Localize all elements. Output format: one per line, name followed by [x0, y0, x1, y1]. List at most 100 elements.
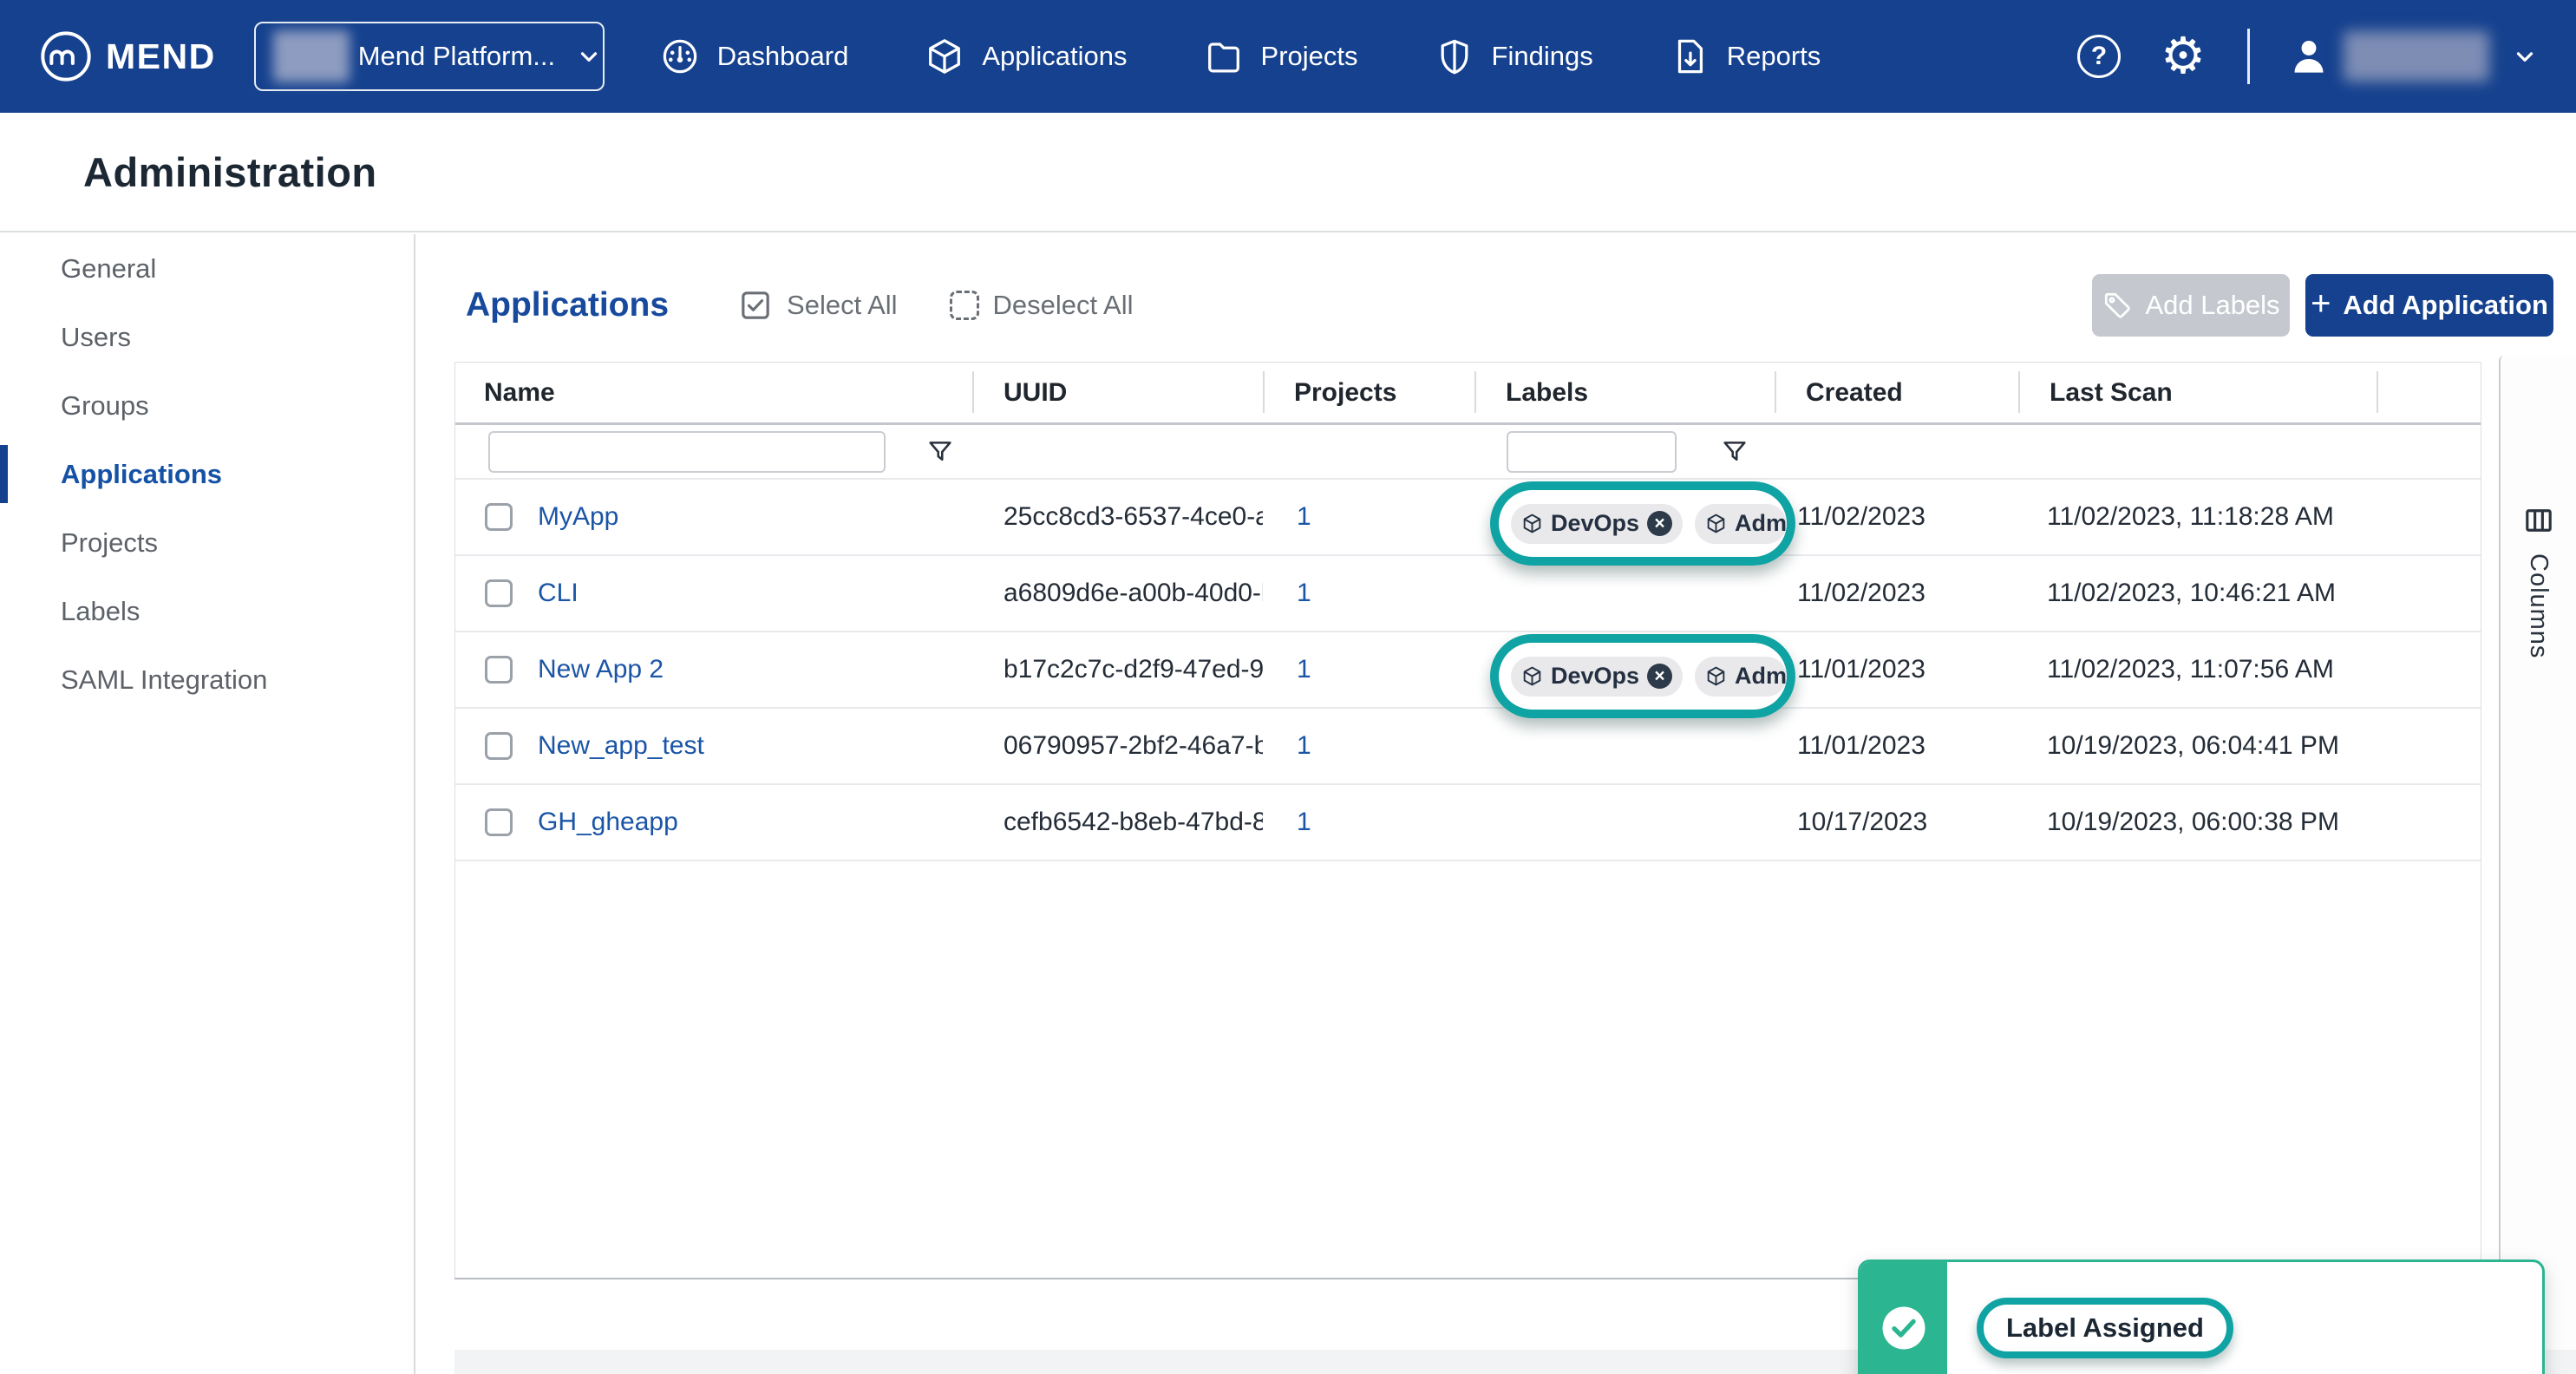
nav-item-label: Reports	[1727, 41, 1821, 72]
nav-item-findings[interactable]: Findings	[1435, 36, 1593, 76]
mend-brand: MEND	[38, 29, 216, 84]
app-name-link[interactable]: MyApp	[538, 502, 618, 531]
created-value: 11/02/2023	[1775, 579, 2018, 608]
org-selector[interactable]: Mend Platform...	[254, 22, 605, 91]
sidebar-item-general[interactable]: General	[0, 234, 414, 303]
labels-filter-group	[1507, 425, 1749, 478]
row-checkbox[interactable]	[485, 656, 513, 684]
sidebar-item-users[interactable]: Users	[0, 303, 414, 371]
page-title: Administration	[83, 148, 377, 196]
add-labels-button[interactable]: Add Labels	[2092, 274, 2290, 337]
top-navbar: MEND Mend Platform... Dashboard Applicat…	[0, 0, 2576, 113]
projects-count-link[interactable]: 1	[1297, 731, 1311, 760]
table-row: GH_gheapp cefb6542-b8eb-47bd-8 1 10/17/2…	[455, 785, 2481, 861]
column-header-extra	[2377, 363, 2481, 422]
question-mark-glyph: ?	[2077, 35, 2121, 78]
sidebar-item-applications[interactable]: Applications	[0, 440, 414, 508]
remove-label-icon[interactable]: ×	[1647, 511, 1672, 536]
applications-cube-icon	[925, 36, 964, 76]
last-scan-value: 11/02/2023, 11:18:28 AM	[2018, 502, 2377, 532]
sidebar-item-label: Labels	[61, 596, 140, 627]
help-icon[interactable]: ?	[2077, 35, 2121, 78]
label-chip-admin[interactable]: Adm	[1695, 657, 1787, 697]
labels-cell: DevOps × Adm	[1474, 632, 1775, 707]
filter-funnel-icon[interactable]	[925, 437, 955, 467]
add-application-button[interactable]: + Add Application	[2305, 274, 2553, 337]
sidebar-item-saml-integration[interactable]: SAML Integration	[0, 645, 414, 714]
sidebar-item-groups[interactable]: Groups	[0, 371, 414, 440]
uuid-value: a6809d6e-a00b-40d0-b	[972, 579, 1263, 608]
table-filter-row	[455, 425, 2481, 480]
select-all-button[interactable]: Select All	[738, 288, 898, 323]
label-chip-devops[interactable]: DevOps ×	[1511, 657, 1683, 697]
page-body: General Users Groups Applications Projec…	[0, 234, 2576, 1374]
chevron-down-icon	[576, 43, 602, 69]
select-all-label: Select All	[787, 290, 898, 321]
section-bar: Applications Select All Deselect All	[466, 269, 2553, 342]
column-header-uuid[interactable]: UUID	[972, 363, 1263, 422]
label-chip-text: Adm	[1735, 663, 1787, 690]
navbar-divider	[2247, 29, 2250, 84]
row-checkbox[interactable]	[485, 503, 513, 531]
content-area: Applications Select All Deselect All	[415, 234, 2576, 1374]
row-checkbox[interactable]	[485, 808, 513, 836]
sidebar-item-projects[interactable]: Projects	[0, 508, 414, 577]
column-header-last-scan[interactable]: Last Scan	[2018, 363, 2377, 422]
projects-count-link[interactable]: 1	[1297, 579, 1311, 607]
toast-message: Label Assigned	[1977, 1298, 2233, 1358]
labels-cell	[1474, 556, 1775, 631]
label-chip-admin[interactable]: Adm	[1695, 504, 1787, 544]
success-toast: Label Assigned	[1858, 1260, 2545, 1374]
settings-gear-icon[interactable]: ⚙	[2121, 31, 2206, 82]
table-row: New App 2 b17c2c7c-d2f9-47ed-90 1 DevOps…	[455, 632, 2481, 709]
main-nav: Dashboard Applications Projects Findings	[660, 36, 1821, 76]
projects-count-link[interactable]: 1	[1297, 808, 1311, 836]
nav-item-applications[interactable]: Applications	[925, 36, 1127, 76]
projects-count-link[interactable]: 1	[1297, 655, 1311, 684]
sidebar-item-label: Projects	[61, 527, 158, 559]
page-header: Administration	[0, 113, 2576, 232]
column-header-labels[interactable]: Labels	[1474, 363, 1775, 422]
deselect-all-button[interactable]: Deselect All	[950, 290, 1134, 321]
remove-label-icon[interactable]: ×	[1647, 664, 1672, 689]
nav-item-dashboard[interactable]: Dashboard	[660, 36, 849, 76]
created-value: 11/01/2023	[1775, 731, 2018, 761]
column-header-projects[interactable]: Projects	[1263, 363, 1474, 422]
row-checkbox[interactable]	[485, 579, 513, 607]
columns-panel-toggle[interactable]: Columns	[2499, 356, 2576, 1350]
section-title: Applications	[466, 286, 669, 324]
plus-icon: +	[2311, 286, 2331, 321]
last-scan-value: 10/19/2023, 06:04:41 PM	[2018, 731, 2377, 761]
mend-logo-icon	[38, 29, 94, 84]
sidebar-item-label: Users	[61, 322, 131, 353]
labels-filter-input[interactable]	[1507, 431, 1677, 473]
row-checkbox[interactable]	[485, 732, 513, 760]
label-chip-text: DevOps	[1551, 663, 1639, 690]
app-name-link[interactable]: CLI	[538, 579, 579, 607]
filter-funnel-icon[interactable]	[1720, 437, 1749, 467]
name-filter-input[interactable]	[488, 431, 886, 473]
labels-highlight-ring: DevOps × Adm	[1490, 481, 1795, 566]
org-selector-label: Mend Platform...	[358, 41, 555, 72]
deselect-all-label: Deselect All	[993, 290, 1134, 321]
sidebar-item-labels[interactable]: Labels	[0, 577, 414, 645]
redacted-user-name	[2344, 31, 2489, 82]
column-header-name[interactable]: Name	[455, 363, 972, 422]
user-menu[interactable]	[2286, 31, 2538, 82]
labels-cell: DevOps × Adm	[1474, 480, 1775, 554]
projects-count-link[interactable]: 1	[1297, 502, 1311, 531]
last-scan-value: 10/19/2023, 06:00:38 PM	[2018, 808, 2377, 837]
last-scan-value: 11/02/2023, 10:46:21 AM	[2018, 579, 2377, 608]
nav-item-projects[interactable]: Projects	[1204, 36, 1358, 76]
table-row: MyApp 25cc8cd3-6537-4ce0-af 1 DevOps ×	[455, 480, 2481, 556]
sidebar-item-label: Groups	[61, 390, 149, 422]
label-chip-devops[interactable]: DevOps ×	[1511, 504, 1683, 544]
app-name-link[interactable]: New App 2	[538, 655, 664, 684]
nav-item-reports[interactable]: Reports	[1670, 36, 1821, 76]
app-name-link[interactable]: New_app_test	[538, 731, 704, 760]
nav-item-label: Projects	[1261, 41, 1358, 72]
column-header-created[interactable]: Created	[1775, 363, 2018, 422]
projects-folder-icon	[1204, 36, 1244, 76]
app-name-link[interactable]: GH_gheapp	[538, 808, 678, 836]
labels-cell	[1474, 709, 1775, 783]
